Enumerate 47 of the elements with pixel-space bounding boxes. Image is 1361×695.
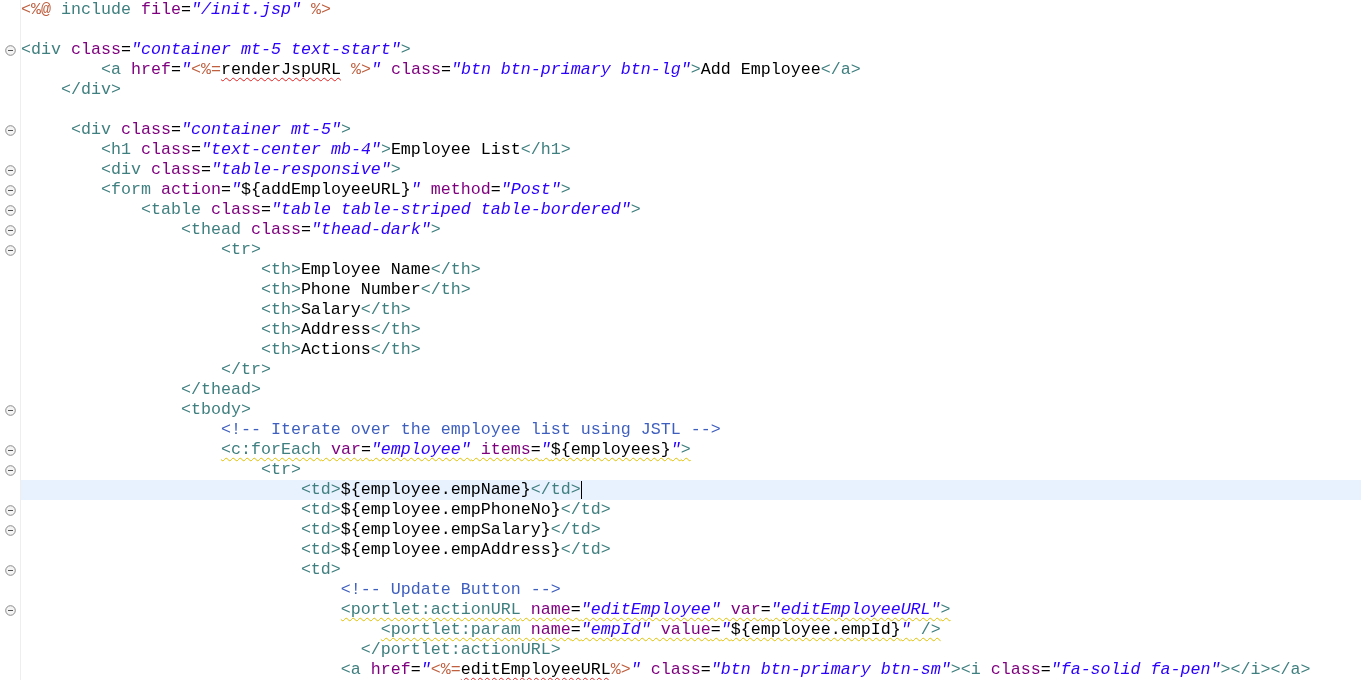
code-line: <tr> xyxy=(220,240,261,260)
code-line: <c:forEach var="employee" items="${employees}"> xyxy=(220,440,691,460)
fold-icon[interactable] xyxy=(4,124,16,136)
code-line: <h1 class="text-center mb-4">Employee List</h1> xyxy=(100,140,571,160)
fold-icon[interactable] xyxy=(4,444,16,456)
code-line: <thead class="thead-dark"> xyxy=(180,220,441,240)
code-line: <div class="container mt-5 text-start"> xyxy=(21,40,411,60)
code-line: <td>${employee.empAddress}</td> xyxy=(300,540,611,560)
code-line: </portlet:actionURL> xyxy=(360,640,561,660)
fold-icon[interactable] xyxy=(4,164,16,176)
fold-icon[interactable] xyxy=(4,464,16,476)
fold-icon[interactable] xyxy=(4,564,16,576)
fold-icon[interactable] xyxy=(4,44,16,56)
text-cursor xyxy=(580,481,582,499)
fold-icon[interactable] xyxy=(4,224,16,236)
code-line: <tbody> xyxy=(180,400,251,420)
code-line: </div> xyxy=(61,80,121,100)
code-line: </tr> xyxy=(220,360,271,380)
fold-icon[interactable] xyxy=(4,504,16,516)
fold-icon[interactable] xyxy=(4,404,16,416)
fold-icon[interactable] xyxy=(4,204,16,216)
fold-icon[interactable] xyxy=(4,184,16,196)
code-line: <portlet:param name="empId" value="${employee.empId}" /> xyxy=(380,620,941,640)
code-line: <form action="${addEmployeeURL}" method="Post"> xyxy=(100,180,571,200)
code-line: <div class="container mt-5"> xyxy=(71,120,351,140)
code-line: </thead> xyxy=(180,380,261,400)
code-line: <th>Phone Number</th> xyxy=(260,280,471,300)
code-line: <th>Actions</th> xyxy=(260,340,421,360)
code-line: <td> xyxy=(300,560,341,580)
code-line: <!-- Iterate over the employee list using JSTL --> xyxy=(220,420,721,440)
code-line: <td>${employee.empPhoneNo}</td> xyxy=(300,500,611,520)
code-line: <td>${employee.empName}</td> xyxy=(300,480,581,500)
code-line: <th>Address</th> xyxy=(260,320,421,340)
fold-icon[interactable] xyxy=(4,524,16,536)
code-line: <a href="<%=renderJspURL %>" class="btn btn-primary btn-lg">Add Employee</a> xyxy=(100,60,861,80)
code-line: <div class="table-responsive"> xyxy=(100,160,401,180)
code-line: <table class="table table-striped table-bordered"> xyxy=(140,200,641,220)
code-line: <a href="<%=editEmployeeURL%>" class="btn btn-primary btn-sm"><i class="fa-solid fa-pen"></i></a> xyxy=(340,660,1311,680)
code-line: <!-- Update Button --> xyxy=(340,580,561,600)
code-line: <th>Salary</th> xyxy=(260,300,411,320)
code-line: <%@ include file="/init.jsp" %> xyxy=(21,0,331,20)
fold-icon[interactable] xyxy=(4,604,16,616)
code-line: <portlet:actionURL name="editEmployee" var="editEmployeeURL"> xyxy=(340,600,951,620)
code-line: <th>Employee Name</th> xyxy=(260,260,481,280)
code-line: <td>${employee.empSalary}</td> xyxy=(300,520,601,540)
code-line: <tr> xyxy=(260,460,301,480)
fold-icon[interactable] xyxy=(4,244,16,256)
